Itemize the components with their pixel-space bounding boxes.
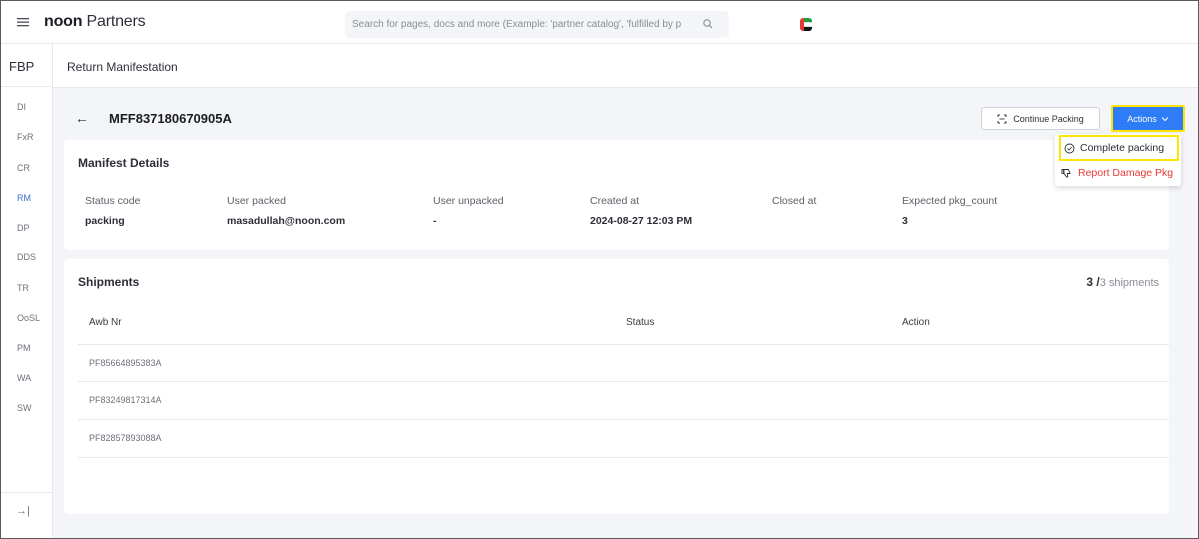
- column-header-status: Status: [626, 317, 655, 328]
- continue-packing-label: Continue Packing: [1013, 113, 1084, 124]
- report-damage-menu-item[interactable]: Report Damage Pkg: [1061, 163, 1173, 183]
- created-at-label: Created at: [590, 195, 640, 207]
- sidebar-title: FBP: [1, 44, 53, 87]
- expected-pkg-count-label: Expected pkg_count: [902, 195, 998, 207]
- shipments-title: Shipments: [78, 275, 140, 289]
- sidebar-item-dds[interactable]: DDS: [17, 252, 36, 262]
- table-divider: [78, 457, 1169, 458]
- user-packed-label: User packed: [227, 195, 286, 207]
- back-arrow-icon[interactable]: ←: [75, 110, 89, 126]
- brand-name-rest: Partners: [86, 13, 146, 30]
- brand-name-bold: noon: [44, 13, 83, 30]
- status-code-value: packing: [85, 215, 125, 227]
- complete-packing-menu-item[interactable]: Complete packing: [1059, 135, 1179, 161]
- table-divider: [78, 344, 1169, 345]
- actions-dropdown-menu: Complete packing Report Damage Pkg: [1055, 134, 1181, 186]
- hamburger-menu-icon[interactable]: [16, 15, 30, 29]
- table-divider: [78, 381, 1169, 382]
- sidebar-item-dp[interactable]: DP: [17, 223, 30, 233]
- created-at-value: 2024-08-27 12:03 PM: [590, 215, 693, 227]
- sidebar-divider: [1, 492, 53, 493]
- collapse-sidebar-icon[interactable]: →|: [16, 505, 30, 517]
- page-title: Return Manifestation: [67, 60, 178, 74]
- search-input[interactable]: [352, 11, 697, 38]
- table-divider: [78, 419, 1169, 420]
- left-sidebar: FBP DI FxR CR RM DP DDS TR OoSL PM WA SW…: [1, 44, 53, 538]
- brand-logo[interactable]: noon Partners: [44, 13, 146, 31]
- sidebar-item-cr[interactable]: CR: [17, 163, 30, 173]
- actions-label: Actions: [1127, 113, 1157, 124]
- sidebar-item-di[interactable]: DI: [17, 102, 26, 112]
- app-frame: noon Partners FBP DI FxR CR RM DP DDS TR…: [0, 0, 1199, 539]
- sidebar-item-rm[interactable]: RM: [17, 193, 31, 203]
- table-row: PF83249817314A: [89, 395, 162, 405]
- sidebar-item-tr[interactable]: TR: [17, 283, 29, 293]
- main-content: ← MFF837180670905A Continue Packing Acti…: [53, 88, 1198, 538]
- shipments-card: Shipments 3 /3 shipments Awb Nr Status A…: [64, 259, 1169, 514]
- shipments-count: 3 /3 shipments: [1086, 275, 1159, 289]
- table-row: PF82857893088A: [89, 433, 162, 443]
- expected-pkg-count-value: 3: [902, 215, 908, 227]
- shipments-count-total: 3 shipments: [1099, 277, 1159, 289]
- top-bar: noon Partners: [1, 1, 1198, 44]
- continue-packing-button[interactable]: Continue Packing: [981, 107, 1100, 130]
- complete-packing-label: Complete packing: [1080, 142, 1165, 154]
- thumbs-down-icon: [1061, 168, 1071, 178]
- status-code-label: Status code: [85, 195, 141, 207]
- column-header-action: Action: [902, 317, 930, 328]
- shipments-count-current: 3 /: [1086, 275, 1100, 289]
- search-box: [345, 11, 729, 38]
- check-circle-icon: [1064, 143, 1075, 153]
- report-damage-label: Report Damage Pkg: [1078, 167, 1174, 179]
- manifest-details-title: Manifest Details: [78, 156, 170, 170]
- user-packed-value: masadullah@noon.com: [227, 215, 346, 227]
- search-icon[interactable]: [702, 18, 714, 30]
- sidebar-item-sw[interactable]: SW: [17, 403, 32, 413]
- scan-icon: [997, 114, 1007, 123]
- uae-flag-icon[interactable]: [800, 18, 812, 31]
- manifest-details-card: Manifest Details Status code packing Use…: [64, 140, 1169, 250]
- chevron-down-icon: [1161, 116, 1169, 121]
- user-unpacked-value: -: [433, 215, 437, 227]
- sidebar-item-pm[interactable]: PM: [17, 343, 31, 353]
- sidebar-item-wa[interactable]: WA: [17, 373, 31, 383]
- page-header: Return Manifestation: [53, 44, 1198, 88]
- column-header-awb: Awb Nr: [89, 317, 122, 328]
- sidebar-item-fxr[interactable]: FxR: [17, 132, 34, 142]
- user-unpacked-label: User unpacked: [433, 195, 504, 207]
- table-row: PF85664895383A: [89, 358, 162, 368]
- sidebar-item-oosl[interactable]: OoSL: [17, 313, 40, 323]
- closed-at-label: Closed at: [772, 195, 817, 207]
- manifest-id: MFF837180670905A: [109, 111, 232, 126]
- actions-button[interactable]: Actions: [1111, 105, 1185, 132]
